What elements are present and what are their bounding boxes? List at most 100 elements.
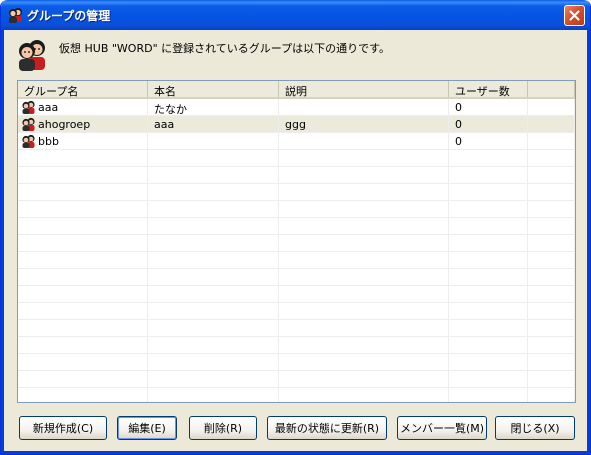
empty-cell xyxy=(148,167,279,183)
header-description: 仮想 HUB "WORD" に登録されているグループは以下の通りです。 xyxy=(59,42,391,55)
empty-cell xyxy=(148,269,279,285)
empty-cell xyxy=(279,320,449,336)
empty-cell xyxy=(18,150,148,166)
group-icon xyxy=(19,40,45,71)
empty-cell xyxy=(18,286,148,302)
empty-cell xyxy=(279,371,449,387)
cell-users: 0 xyxy=(449,116,528,132)
edit-button-label: 編集(E) xyxy=(128,422,166,435)
empty-row xyxy=(18,201,575,218)
empty-cell xyxy=(449,388,528,402)
empty-cell xyxy=(18,354,148,370)
list-header: グループ名 本名 説明 ユーザー数 xyxy=(18,81,575,99)
empty-cell xyxy=(449,371,528,387)
empty-cell xyxy=(279,201,449,217)
empty-cell xyxy=(528,133,575,149)
empty-row xyxy=(18,235,575,252)
empty-cell xyxy=(148,235,279,251)
cell-users: 0 xyxy=(449,133,528,149)
group-icon xyxy=(22,100,35,114)
title-bar[interactable]: グループの管理 xyxy=(1,0,590,30)
empty-cell xyxy=(528,337,575,353)
empty-cell xyxy=(528,235,575,251)
refresh-button-label: 最新の状態に更新(R) xyxy=(274,422,380,435)
empty-cell xyxy=(528,150,575,166)
empty-row xyxy=(18,337,575,354)
empty-cell xyxy=(148,286,279,302)
group-list[interactable]: グループ名 本名 説明 ユーザー数 aaa たなか 0 ahogroep aaa ggg 0… xyxy=(17,80,576,403)
empty-cell xyxy=(449,252,528,268)
refresh-button[interactable]: 最新の状態に更新(R) xyxy=(267,416,387,440)
cell-name: bbb xyxy=(18,133,148,149)
empty-cell xyxy=(279,218,449,234)
cell-name: aaa xyxy=(18,99,148,115)
empty-cell xyxy=(18,235,148,251)
empty-cell xyxy=(449,201,528,217)
empty-cell xyxy=(528,303,575,319)
group-name-text: bbb xyxy=(38,134,59,148)
empty-cell xyxy=(18,167,148,183)
close-button-label: 閉じる(X) xyxy=(510,422,560,435)
empty-cell xyxy=(279,269,449,285)
group-management-window: グループの管理 仮想 HUB "WORD" に登録されているグループは以下の通り… xyxy=(0,0,591,455)
column-header-group-name[interactable]: グループ名 xyxy=(18,81,148,97)
empty-cell xyxy=(449,303,528,319)
empty-cell xyxy=(18,320,148,336)
close-icon xyxy=(569,10,580,21)
cell-realname xyxy=(148,133,279,149)
delete-button[interactable]: 削除(R) xyxy=(189,416,257,440)
empty-cell xyxy=(148,337,279,353)
empty-cell xyxy=(18,252,148,268)
empty-row xyxy=(18,354,575,371)
close-button[interactable]: 閉じる(X) xyxy=(495,416,575,440)
empty-cell xyxy=(279,337,449,353)
group-icon xyxy=(9,8,22,23)
empty-cell xyxy=(528,252,575,268)
member-list-button[interactable]: メンバー一覧(M) xyxy=(397,416,487,440)
empty-cell xyxy=(528,99,575,115)
empty-cell xyxy=(148,320,279,336)
empty-row xyxy=(18,286,575,303)
column-header-description[interactable]: 説明 xyxy=(279,81,449,97)
empty-cell xyxy=(449,320,528,336)
close-window-button[interactable] xyxy=(564,5,585,26)
empty-cell xyxy=(528,371,575,387)
table-row[interactable]: bbb 0 xyxy=(18,133,575,150)
empty-cell xyxy=(279,354,449,370)
empty-cell xyxy=(528,286,575,302)
edit-button[interactable]: 編集(E) xyxy=(117,416,177,440)
empty-cell xyxy=(148,201,279,217)
empty-cell xyxy=(18,303,148,319)
empty-row xyxy=(18,218,575,235)
cell-users: 0 xyxy=(449,99,528,115)
empty-cell xyxy=(528,184,575,200)
empty-cell xyxy=(18,337,148,353)
new-group-button[interactable]: 新規作成(C) xyxy=(19,416,107,440)
column-header-real-name[interactable]: 本名 xyxy=(148,81,279,97)
empty-cell xyxy=(449,269,528,285)
empty-cell xyxy=(449,286,528,302)
empty-row xyxy=(18,167,575,184)
column-header-user-count[interactable]: ユーザー数 xyxy=(449,81,528,97)
empty-cell xyxy=(148,354,279,370)
cell-name: ahogroep xyxy=(18,116,148,132)
empty-cell xyxy=(449,184,528,200)
empty-cell xyxy=(528,201,575,217)
empty-cell xyxy=(148,150,279,166)
cell-description: ggg xyxy=(279,116,449,132)
empty-cell xyxy=(148,184,279,200)
table-row[interactable]: ahogroep aaa ggg 0 xyxy=(18,116,575,133)
cell-description xyxy=(279,133,449,149)
empty-cell xyxy=(279,303,449,319)
empty-cell xyxy=(449,150,528,166)
empty-cell xyxy=(528,320,575,336)
list-rows: aaa たなか 0 ahogroep aaa ggg 0 bbb 0 xyxy=(18,99,575,402)
table-row[interactable]: aaa たなか 0 xyxy=(18,99,575,116)
empty-cell xyxy=(528,167,575,183)
empty-cell xyxy=(449,218,528,234)
empty-row xyxy=(18,150,575,167)
window-title: グループの管理 xyxy=(27,9,111,23)
window-border-right xyxy=(587,30,590,454)
window-border-left xyxy=(1,30,4,454)
empty-cell xyxy=(449,167,528,183)
